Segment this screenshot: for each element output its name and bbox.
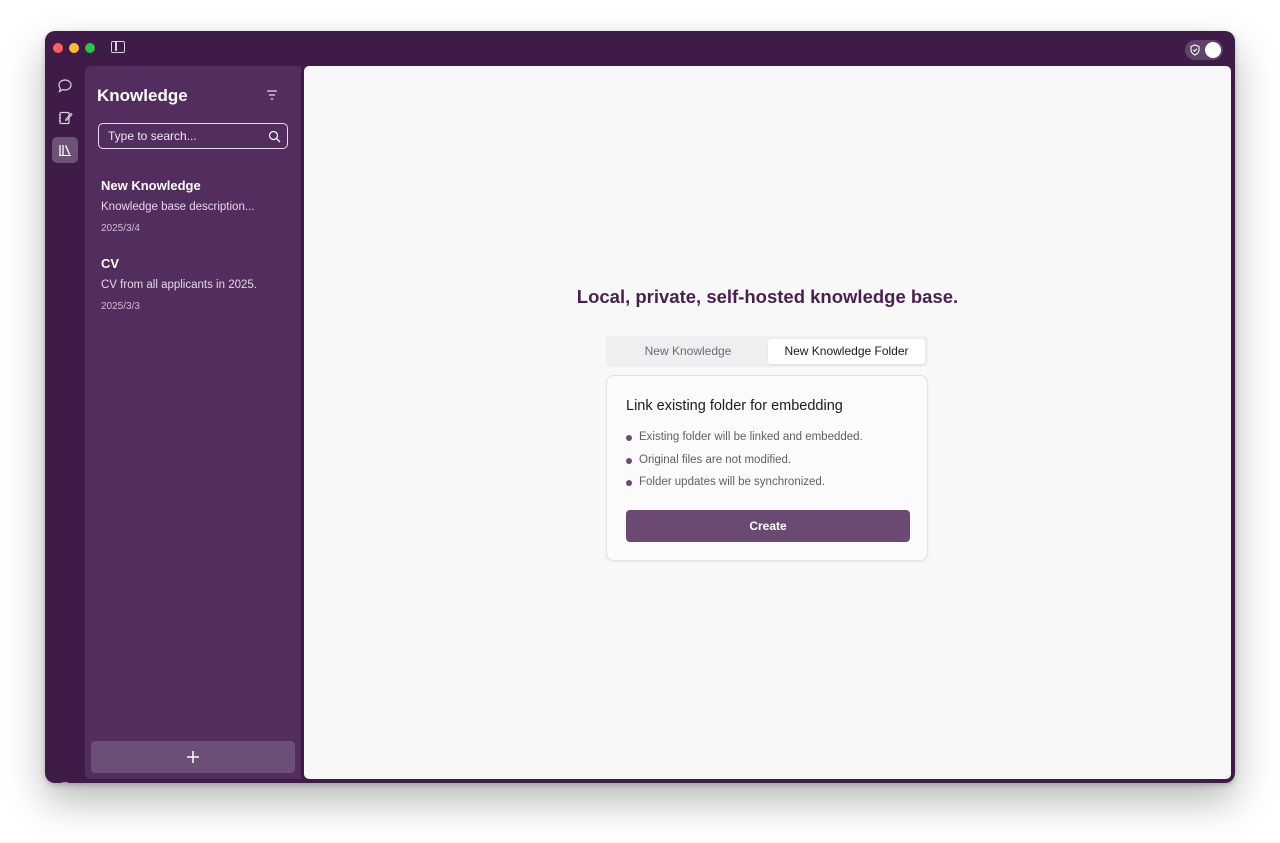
filter-icon[interactable] <box>265 89 279 101</box>
tab-new-knowledge[interactable]: New Knowledge <box>610 339 766 364</box>
notes-edit-icon <box>58 111 73 125</box>
link-folder-card: Link existing folder for embedding Exist… <box>606 375 928 561</box>
app-window: Knowledge New Knowledge Knowledge base d… <box>45 31 1235 783</box>
card-title: Link existing folder for embedding <box>626 398 843 414</box>
privacy-toggle[interactable] <box>1185 40 1223 60</box>
create-mode-tabs: New Knowledge New Knowledge Folder <box>606 336 928 367</box>
feature-list-item: Existing folder will be linked and embed… <box>626 431 863 454</box>
knowledge-list-item[interactable]: CV CV from all applicants in 2025. 2025/… <box>101 256 291 312</box>
chat-bubble-icon <box>58 79 72 93</box>
knowledge-item-title: New Knowledge <box>101 178 201 193</box>
knowledge-item-date: 2025/3/3 <box>101 301 140 312</box>
knowledge-item-date: 2025/3/4 <box>101 223 140 234</box>
main-content: Local, private, self-hosted knowledge ba… <box>304 66 1231 779</box>
search-icon[interactable] <box>268 130 281 143</box>
shield-icon <box>1190 44 1200 56</box>
search-input[interactable] <box>99 124 268 148</box>
feature-list: Existing folder will be linked and embed… <box>626 431 863 499</box>
rail-notes-button[interactable] <box>52 105 78 131</box>
close-window-button[interactable] <box>53 43 63 53</box>
plus-icon <box>187 751 199 763</box>
rail-knowledge-button[interactable] <box>52 137 78 163</box>
knowledge-sidebar: Knowledge New Knowledge Knowledge base d… <box>85 66 301 779</box>
feature-list-item: Folder updates will be synchronized. <box>626 476 863 499</box>
toggle-knob <box>1205 42 1221 58</box>
knowledge-list-item[interactable]: New Knowledge Knowledge base description… <box>101 178 291 234</box>
title-bar <box>45 31 1235 65</box>
page-headline: Local, private, self-hosted knowledge ba… <box>576 286 959 307</box>
library-icon <box>59 144 71 156</box>
knowledge-item-description: Knowledge base description... <box>101 201 255 213</box>
knowledge-item-title: CV <box>101 256 120 271</box>
user-circle-icon[interactable] <box>56 781 74 783</box>
create-button[interactable]: Create <box>626 510 910 542</box>
rail-chat-button[interactable] <box>52 73 78 99</box>
icon-rail <box>45 65 85 783</box>
knowledge-item-description: CV from all applicants in 2025. <box>101 279 257 291</box>
tab-new-knowledge-folder[interactable]: New Knowledge Folder <box>768 339 925 364</box>
sidebar-toggle-icon[interactable] <box>111 41 125 53</box>
add-knowledge-button[interactable] <box>91 741 295 773</box>
sidebar-title: Knowledge <box>97 86 188 105</box>
minimize-window-button[interactable] <box>69 43 79 53</box>
feature-list-item: Original files are not modified. <box>626 454 863 477</box>
maximize-window-button[interactable] <box>85 43 95 53</box>
search-box <box>98 123 288 149</box>
